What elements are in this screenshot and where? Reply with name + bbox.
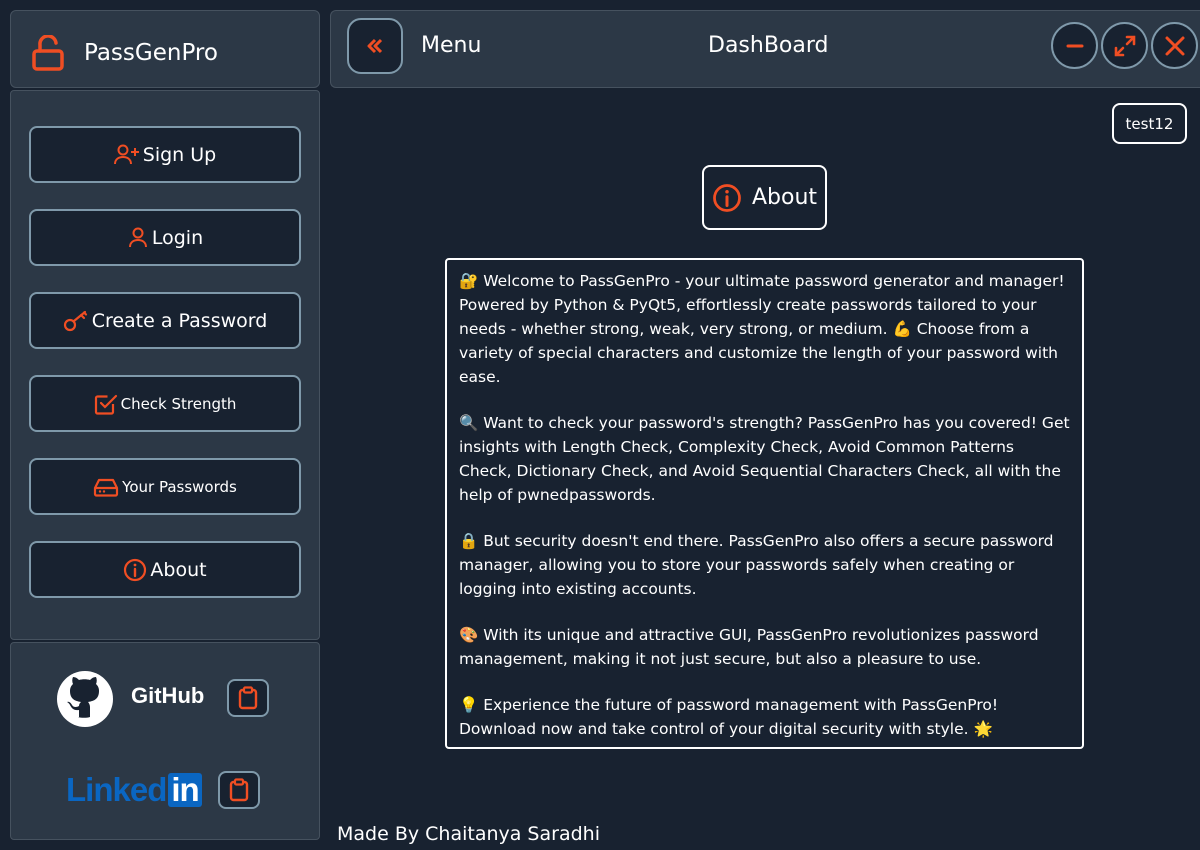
user-icon xyxy=(128,227,147,247)
unlock-icon xyxy=(32,35,64,71)
close-button[interactable] xyxy=(1151,22,1198,69)
expand-icon xyxy=(1114,35,1135,56)
your-passwords-button[interactable]: Your Passwords xyxy=(29,458,301,515)
page-title: DashBoard xyxy=(708,33,829,58)
about-paragraph: 🔐 Welcome to PassGenPro - your ultimate … xyxy=(459,272,1065,386)
your-passwords-label: Your Passwords xyxy=(122,477,237,496)
app-title: PassGenPro xyxy=(84,40,218,66)
linkedin-badge: in xyxy=(168,773,202,807)
github-label[interactable]: GitHub xyxy=(131,683,204,709)
maximize-button[interactable] xyxy=(1101,22,1148,69)
sign-up-button[interactable]: Sign Up xyxy=(29,126,301,183)
copy-linkedin-button[interactable] xyxy=(218,771,260,809)
username: test12 xyxy=(1125,114,1174,133)
menu-label: Menu xyxy=(421,33,482,58)
create-password-label: Create a Password xyxy=(91,309,268,332)
double-chevron-left-icon xyxy=(367,38,383,54)
clipboard-icon xyxy=(229,778,249,802)
github-icon[interactable] xyxy=(57,671,113,727)
about-paragraph: 🔒 But security doesn't end there. PassGe… xyxy=(459,532,1054,598)
about-nav-button[interactable]: About xyxy=(29,541,301,598)
hard-drive-icon xyxy=(94,478,119,497)
social-panel: GitHub Linked in xyxy=(10,642,320,840)
clipboard-icon xyxy=(238,686,258,710)
user-badge[interactable]: test12 xyxy=(1112,103,1187,144)
about-paragraph: 🔍 Want to check your password's strength… xyxy=(459,414,1070,504)
sign-up-label: Sign Up xyxy=(142,143,217,166)
top-bar: Menu DashBoard xyxy=(330,10,1200,88)
minimize-button[interactable] xyxy=(1051,22,1098,69)
check-strength-button[interactable]: Check Strength xyxy=(29,375,301,432)
minus-icon xyxy=(1066,44,1083,47)
collapse-menu-button[interactable] xyxy=(347,18,403,74)
check-strength-label: Check Strength xyxy=(120,394,237,413)
create-password-button[interactable]: Create a Password xyxy=(29,292,301,349)
about-text-box: 🔐 Welcome to PassGenPro - your ultimate … xyxy=(445,258,1084,749)
footer-credit: Made By Chaitanya Saradhi xyxy=(337,823,600,845)
sidebar: Sign Up Login Create a Password Check St… xyxy=(10,90,320,640)
about-heading: About xyxy=(702,165,827,230)
copy-github-button[interactable] xyxy=(227,679,269,717)
check-square-icon xyxy=(94,394,117,415)
close-icon xyxy=(1165,36,1184,55)
login-label: Login xyxy=(151,226,204,249)
linkedin-logo[interactable]: Linked in xyxy=(66,771,202,809)
linkedin-label: Linked xyxy=(66,771,167,808)
about-nav-label: About xyxy=(150,558,207,581)
about-paragraph: 💡 Experience the future of password mana… xyxy=(459,696,999,738)
info-icon xyxy=(124,558,147,581)
about-paragraph: 🎨 With its unique and attractive GUI, Pa… xyxy=(459,626,1039,668)
logo-panel: PassGenPro xyxy=(10,10,320,88)
key-icon xyxy=(63,310,87,331)
login-button[interactable]: Login xyxy=(29,209,301,266)
about-heading-text: About xyxy=(751,185,818,210)
info-icon xyxy=(713,183,741,212)
user-plus-icon xyxy=(113,144,139,164)
